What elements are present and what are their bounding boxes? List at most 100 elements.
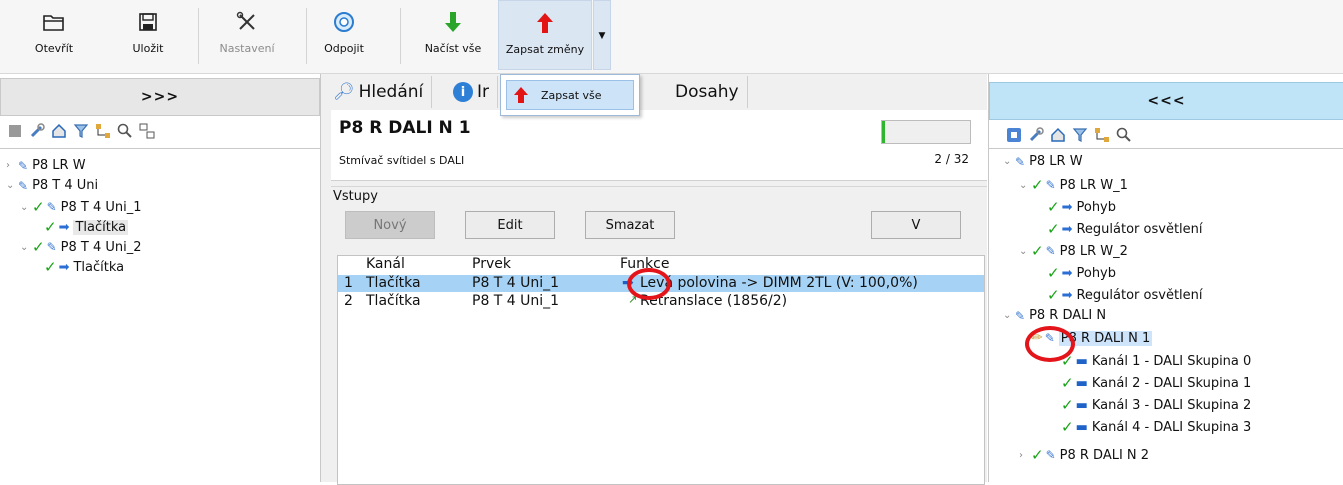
arrow-right-icon: ➡: [58, 259, 70, 275]
device-icon[interactable]: [6, 122, 24, 140]
save-icon: [133, 8, 163, 36]
plug-icon: ✎: [18, 158, 29, 173]
chevron-down-icon: ⌄: [1019, 179, 1028, 191]
collapse-tree-icon[interactable]: [138, 122, 156, 140]
check-icon: ✓: [44, 258, 57, 276]
caret-down-icon: ▼: [598, 31, 606, 41]
save-button[interactable]: Uložit: [120, 0, 176, 70]
tree-node[interactable]: ✓ ➡ Regulátor osvětlení: [1047, 220, 1203, 238]
tree-node[interactable]: › ✓ ✎ P8 R DALI N 2: [1019, 446, 1149, 464]
arrow-right-icon: ➡: [58, 219, 70, 235]
edit-button[interactable]: Edit: [465, 211, 555, 239]
tools-icon: [232, 8, 262, 36]
row-number: 1: [344, 275, 353, 291]
tree-node[interactable]: ✓ ▬ Kanál 3 - DALI Skupina 2: [1061, 396, 1251, 414]
home-icon[interactable]: [1049, 126, 1067, 144]
arrow-up-red-icon: [514, 87, 528, 103]
folder-icon: [39, 8, 69, 36]
write-changes-dropdown-button[interactable]: ▼: [593, 0, 611, 70]
search-icon[interactable]: [116, 122, 134, 140]
settings-button[interactable]: Nastavení: [214, 0, 280, 70]
tree-node[interactable]: ⌄ ✎ P8 LR W: [1003, 154, 1083, 169]
save-label: Uložit: [132, 42, 164, 55]
check-icon: ✓: [1031, 242, 1044, 260]
tree-node-label: Kanál 1 - DALI Skupina 0: [1091, 353, 1252, 369]
expand-left-button[interactable]: <<<: [989, 82, 1343, 120]
tree-node[interactable]: ✓ ➡ Tlačítka: [44, 258, 124, 276]
tree-node[interactable]: ⌄ ✎ P8 T 4 Uni: [6, 178, 98, 193]
tree-node[interactable]: › ✎ P8 LR W: [6, 158, 86, 173]
device-icon[interactable]: [1005, 126, 1023, 144]
column-header-channel[interactable]: Kanál: [366, 256, 405, 272]
divider: [0, 148, 320, 149]
tree-node-label: Pohyb: [1076, 265, 1116, 281]
menu-item-label: Zapsat vše: [541, 88, 602, 102]
row-channel: Tlačítka: [366, 275, 421, 291]
disconnect-button[interactable]: Odpojit: [318, 0, 370, 70]
wrench-icon[interactable]: [1027, 126, 1045, 144]
tree-node-label: Kanál 3 - DALI Skupina 2: [1091, 397, 1252, 413]
tab-ranges[interactable]: Dosahy: [667, 76, 748, 108]
disconnect-label: Odpojit: [324, 42, 364, 55]
new-button[interactable]: Nový: [345, 211, 435, 239]
tree-node[interactable]: ✓ ▬ Kanál 4 - DALI Skupina 3: [1061, 418, 1251, 436]
column-header-element[interactable]: Prvek: [472, 256, 511, 272]
tab-bar: 🔎︎ Hledání i Ir Dosahy: [321, 74, 987, 110]
arrow-right-icon: ➡: [1061, 287, 1073, 303]
right-panel: <<< ⌄ ✎ P8 LR W ⌄ ✓ ✎ P8 LR W_1 ✓ ➡ Pohyb ✓ ➡ Reg…: [988, 74, 1343, 482]
arrow-right-icon: ➡: [1061, 221, 1073, 237]
highlight-circle: [1025, 326, 1075, 362]
tree-node-label: P8 T 4 Uni_2: [60, 239, 142, 255]
check-icon: ✓: [1047, 198, 1060, 216]
read-all-button[interactable]: Načíst vše: [418, 0, 488, 70]
tab-search[interactable]: 🔎︎ Hledání: [325, 76, 433, 108]
tree-node[interactable]: ✓ ▬ Kanál 2 - DALI Skupina 1: [1061, 374, 1251, 392]
filter-icon[interactable]: [1071, 126, 1089, 144]
tree-node-label: P8 R DALI N: [1029, 308, 1107, 323]
hierarchy-icon[interactable]: [94, 122, 112, 140]
tree-node-label: P8 LR W_1: [1059, 177, 1128, 193]
tree-node[interactable]: ✓ ▬ Kanál 1 - DALI Skupina 0: [1061, 352, 1251, 370]
tree-node-label: Tlačítka: [73, 219, 129, 235]
write-changes-button[interactable]: Zapsat změny: [498, 0, 592, 70]
v-button[interactable]: V: [871, 211, 961, 239]
left-panel: >>> › ✎ P8 LR W ⌄ ✎ P8 T 4 Uni ⌄ ✓ ✎ P8 T 4 Uni…: [0, 74, 321, 482]
tree-node[interactable]: ⌄ ✓ ✎ P8 LR W_1: [1019, 176, 1128, 194]
arrow-up-red-icon: [530, 9, 560, 37]
tree-node[interactable]: ⌄ ✓ ✎ P8 T 4 Uni_2: [20, 238, 142, 256]
tab-info[interactable]: i Ir: [445, 76, 499, 108]
tree-node-label: P8 LR W: [1029, 154, 1083, 169]
tab-label: Ir: [477, 82, 490, 102]
settings-label: Nastavení: [219, 42, 275, 55]
device-subtitle: Stmívač svítidel s DALI: [339, 154, 465, 167]
row-number: 2: [344, 293, 353, 309]
expand-right-button[interactable]: >>>: [0, 78, 320, 116]
tree-node-label: Pohyb: [1076, 199, 1116, 215]
row-element: P8 T 4 Uni_1: [472, 275, 560, 291]
filter-icon[interactable]: [72, 122, 90, 140]
home-icon[interactable]: [50, 122, 68, 140]
search-icon[interactable]: [1115, 126, 1133, 144]
menu-item-write-all[interactable]: Zapsat vše: [506, 80, 634, 110]
check-icon: ✓: [1047, 220, 1060, 238]
check-icon: ✓: [44, 218, 57, 236]
tree-node[interactable]: ⌄ ✓ ✎ P8 LR W_2: [1019, 242, 1128, 260]
tree-node[interactable]: ⌄ ✓ ✎ P8 T 4 Uni_1: [20, 198, 142, 216]
check-icon: ✓: [1061, 374, 1074, 392]
hierarchy-icon[interactable]: [1093, 126, 1111, 144]
chevron-right-icon: ›: [6, 160, 10, 171]
device-progress-bar: [881, 120, 971, 144]
open-button[interactable]: Otevřít: [24, 0, 84, 70]
delete-button[interactable]: Smazat: [585, 211, 675, 239]
info-icon: i: [453, 82, 473, 102]
check-icon: ✓: [1061, 396, 1074, 414]
wrench-icon[interactable]: [28, 122, 46, 140]
read-all-label: Načíst vše: [424, 42, 482, 55]
open-label: Otevřít: [34, 42, 74, 55]
tree-node[interactable]: ✓ ➡ Pohyb: [1047, 264, 1116, 282]
tree-node[interactable]: ⌄ ✎ P8 R DALI N: [1003, 308, 1106, 323]
tree-node[interactable]: ✓ ➡ Tlačítka: [44, 218, 129, 236]
tree-node[interactable]: ✓ ➡ Regulátor osvětlení: [1047, 286, 1203, 304]
inputs-group: Vstupy Nový Edit Smazat V Kanál Prvek Fu…: [331, 186, 987, 485]
tree-node[interactable]: ✓ ➡ Pohyb: [1047, 198, 1116, 216]
